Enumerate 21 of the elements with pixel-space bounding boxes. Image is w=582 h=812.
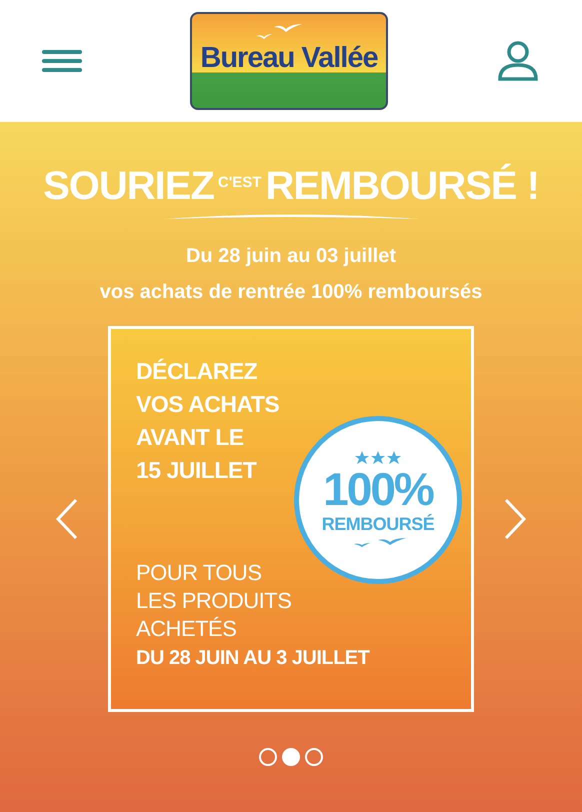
headline-small-text: C'EST — [218, 173, 262, 193]
slide-text: VOS ACHATS — [136, 390, 280, 419]
slide-text: POUR TOUS — [136, 559, 262, 587]
slide-text: AVANT LE — [136, 423, 244, 452]
stars-icon — [355, 451, 401, 465]
logo[interactable]: Bureau Vallée — [190, 12, 388, 110]
slide-text: DÉCLAREZ — [136, 357, 258, 386]
stamp-percent-text: 100% — [323, 465, 433, 513]
slide-dates-text: DU 28 JUIN AU 3 JUILLET — [136, 646, 370, 671]
subtitle-text: Du 28 juin au 03 juillet — [186, 244, 396, 268]
headline-text: REMBOURSÉ ! — [265, 166, 539, 206]
logo-text: Bureau Vallée — [200, 41, 378, 76]
headline-text: SOURIEZ — [43, 166, 214, 206]
previous-arrow[interactable] — [54, 498, 80, 540]
slide-text: ACHETÉS — [136, 615, 236, 643]
slide-text: LES PRODUITS — [136, 587, 292, 615]
account-icon[interactable] — [496, 39, 540, 83]
next-arrow[interactable] — [502, 498, 528, 540]
subtitle-text: vos achats de rentrée 100% remboursés — [100, 280, 482, 304]
stamp-label-text: REMBOURSÉ — [322, 513, 434, 535]
slide-text: 15 JUILLET — [136, 456, 256, 485]
